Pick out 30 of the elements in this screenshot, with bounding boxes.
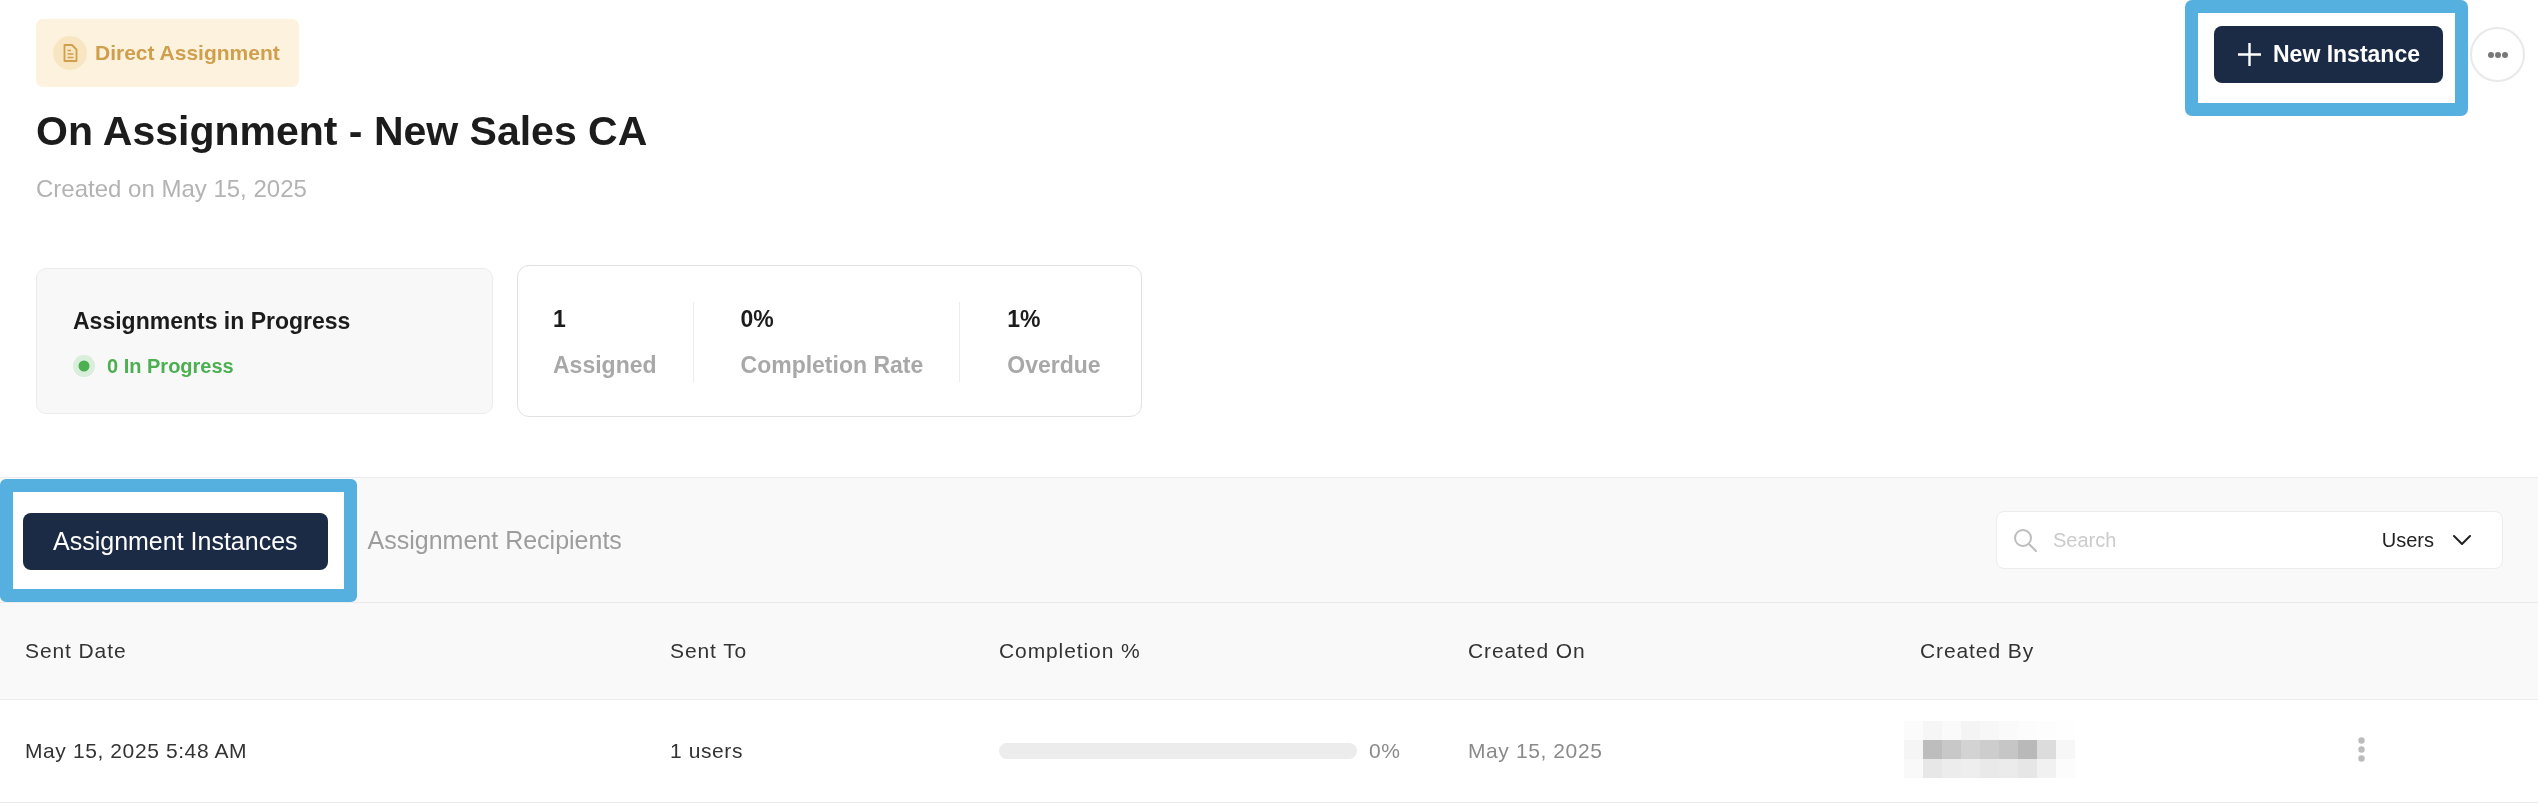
chevron-down-icon <box>2453 535 2471 545</box>
document-icon <box>53 36 87 70</box>
column-header: Created On <box>1468 639 1587 663</box>
stat-label: Overdue <box>1007 351 1101 379</box>
badge-label: Direct Assignment <box>95 41 280 65</box>
filter-dropdown[interactable]: Users <box>2381 528 2471 552</box>
search-icon <box>2013 528 2037 552</box>
page-title: On Assignment - New Sales CA <box>36 108 648 154</box>
column-header: Sent To <box>670 639 749 663</box>
tab[interactable]: Assignment Instances <box>23 512 328 570</box>
status-dot-icon <box>73 355 95 377</box>
completion-percentage: 0% <box>1369 739 1401 763</box>
more-icon <box>2487 51 2508 58</box>
new-instance-button[interactable]: New Instance <box>2214 26 2443 83</box>
stat-value: 1% <box>1007 305 1042 333</box>
table-cell-text: May 15, 2025 5:48 AM <box>25 739 249 763</box>
column-header: Created By <box>1920 639 2036 663</box>
card-title: Assignments in Progress <box>73 307 352 335</box>
plus-icon <box>2238 43 2261 66</box>
table-cell-text: 1 users <box>670 739 745 763</box>
status-text: 0 In Progress <box>107 354 234 378</box>
kebab-menu-icon[interactable] <box>2358 736 2365 762</box>
stat-value: 0% <box>740 305 775 333</box>
column-header: Sent Date <box>25 639 128 663</box>
created-date-text: Created on May 15, 2025 <box>36 176 307 202</box>
stat-label: Assigned <box>553 351 657 379</box>
table-cell-text: May 15, 2025 <box>1468 739 1604 763</box>
column-header: Completion % <box>999 639 1142 663</box>
stat-label: Completion Rate <box>740 351 924 379</box>
stat-value: 1 <box>553 305 567 333</box>
